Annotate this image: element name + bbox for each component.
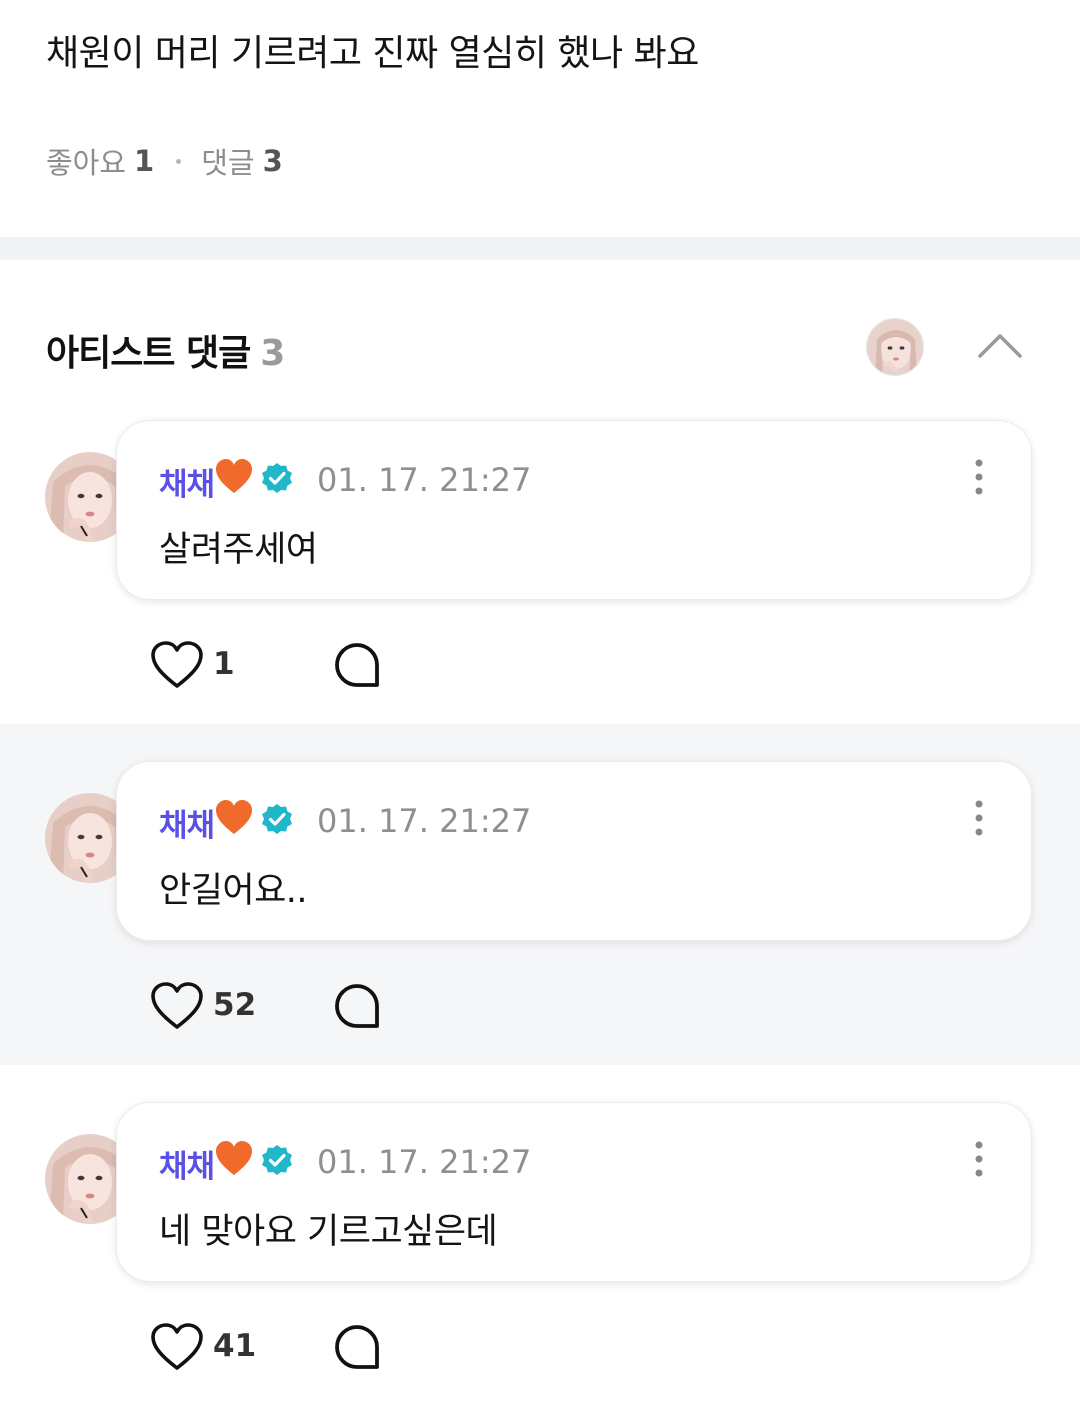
comment-author[interactable]: 채채: [159, 1141, 215, 1186]
reply-bubble-icon[interactable]: [333, 982, 381, 1030]
likes-label[interactable]: 좋아요: [46, 140, 126, 182]
section-divider: [0, 237, 1080, 260]
post-text: 채원이 머리 기르려고 진짜 열심히 했나 봐요: [46, 33, 699, 74]
comments-count[interactable]: 3: [263, 144, 283, 178]
comment-item: 채채 01. 17. 21:27 네 맞아요 기르고싶은데 41: [0, 1065, 1080, 1404]
comments-label[interactable]: 댓글: [201, 140, 254, 182]
like-count: 41: [213, 1328, 257, 1364]
comment-text: 안길어요..: [159, 871, 308, 911]
comment-time: 01. 17. 21:27: [317, 802, 532, 840]
artist-comments-title: 아티스트 댓글 3: [46, 324, 285, 376]
comment-text: 네 맞아요 기르고싶은데: [159, 1212, 498, 1252]
reply-bubble-icon[interactable]: [333, 641, 381, 689]
more-options-icon[interactable]: [967, 1139, 991, 1179]
collapse-chevron-up-icon[interactable]: [974, 322, 1026, 366]
orange-heart-icon: [215, 459, 253, 495]
comment-text: 살려주세여: [159, 530, 318, 570]
verified-badge-icon: [261, 462, 293, 494]
comment-item: 채채 01. 17. 21:27 살려주세여 1: [0, 410, 1080, 751]
artist-comments-count: 3: [260, 333, 285, 374]
post-stats: 좋아요 1 댓글 3: [46, 140, 283, 182]
more-options-icon[interactable]: [967, 457, 991, 497]
comment-card: 채채 01. 17. 21:27 살려주세여: [116, 420, 1032, 600]
like-count: 1: [213, 646, 235, 682]
verified-badge-icon: [261, 803, 293, 835]
artist-comments-header: 아티스트 댓글 3: [0, 260, 1080, 410]
verified-badge-icon: [261, 1144, 293, 1176]
post-body: 채원이 머리 기르려고 진짜 열심히 했나 봐요 좋아요 1 댓글 3: [0, 0, 1080, 237]
comment-time: 01. 17. 21:27: [317, 461, 532, 499]
orange-heart-icon: [215, 1141, 253, 1177]
comment-author[interactable]: 채채: [159, 800, 215, 845]
reply-bubble-icon[interactable]: [333, 1323, 381, 1371]
comment-time: 01. 17. 21:27: [317, 1143, 532, 1181]
orange-heart-icon: [215, 800, 253, 836]
comment-card: 채채 01. 17. 21:27 안길어요..: [116, 761, 1032, 941]
separator-dot: [176, 158, 182, 164]
like-heart-icon[interactable]: [150, 981, 204, 1031]
comment-author[interactable]: 채채: [159, 459, 215, 504]
comment-item: 채채 01. 17. 21:27 안길어요.. 52: [0, 724, 1080, 1065]
comment-card: 채채 01. 17. 21:27 네 맞아요 기르고싶은데: [116, 1102, 1032, 1282]
like-heart-icon[interactable]: [150, 1322, 204, 1372]
more-options-icon[interactable]: [967, 798, 991, 838]
like-heart-icon[interactable]: [150, 640, 204, 690]
likes-count[interactable]: 1: [134, 144, 154, 178]
like-count: 52: [213, 987, 257, 1023]
artist-avatar-icon[interactable]: [866, 318, 924, 376]
artist-comments-label: 아티스트 댓글: [46, 333, 251, 374]
